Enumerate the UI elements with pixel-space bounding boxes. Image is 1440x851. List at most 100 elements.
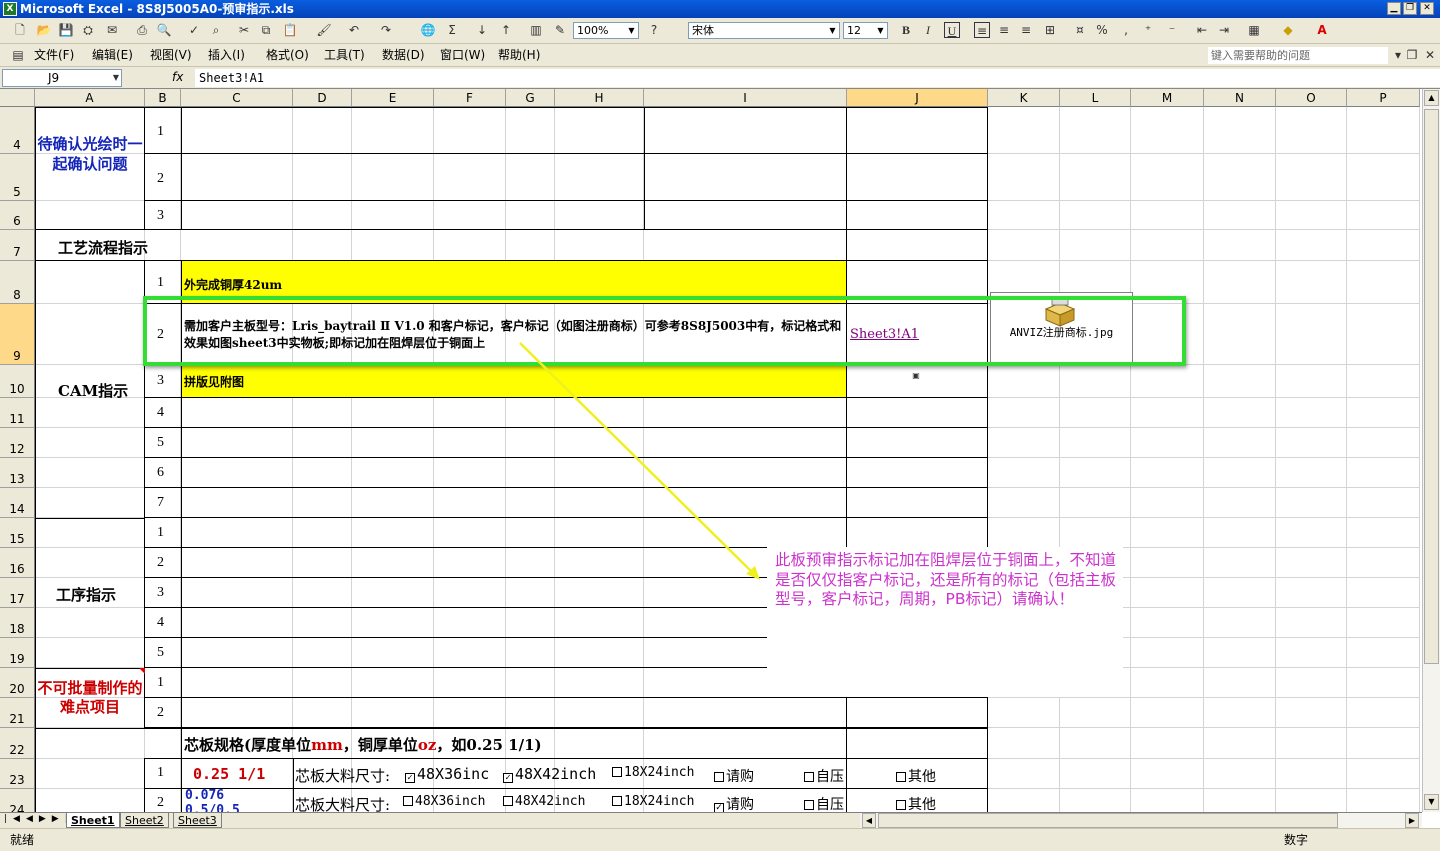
cell-c24[interactable]: 0.076 (185, 788, 224, 803)
menu-file[interactable]: 文件(F) (34, 48, 74, 63)
font-size-select[interactable]: 12 ▼ (843, 22, 888, 39)
menu-tools[interactable]: 工具(T) (324, 48, 365, 63)
cell-b14[interactable]: 7 (157, 495, 164, 511)
scroll-down-icon[interactable]: ▼ (1424, 794, 1439, 810)
select-all-corner[interactable] (0, 89, 35, 107)
scroll-left-icon[interactable]: ◀ (862, 813, 876, 828)
row-header-17[interactable]: 17 (0, 578, 35, 608)
permission-icon[interactable]: ⛭ (80, 22, 96, 38)
column-header-i[interactable]: I (644, 89, 847, 107)
cell-b18[interactable]: 4 (157, 615, 164, 631)
cell-b10[interactable]: 3 (157, 373, 164, 389)
option-48x36[interactable]: 48X36inch (403, 794, 485, 809)
tab-sheet2[interactable]: Sheet2 (120, 813, 169, 828)
embedded-image-icon[interactable]: ▣ (894, 369, 938, 383)
row-header-22[interactable]: 22 (0, 728, 35, 759)
print-icon[interactable]: ⎙ (134, 22, 150, 38)
column-header-o[interactable]: O (1276, 89, 1347, 107)
sort-ascending-icon[interactable]: ↓ (474, 22, 490, 38)
email-icon[interactable]: ✉ (104, 22, 120, 38)
row-header-24[interactable]: 24 (0, 789, 35, 812)
undo-icon[interactable]: ↶ (346, 22, 362, 38)
row-header-20[interactable]: 20 (0, 668, 35, 698)
autosum-icon[interactable]: Σ (444, 22, 460, 38)
checkbox-checked-icon[interactable]: ✓ (503, 773, 513, 783)
print-preview-icon[interactable]: 🔍 (156, 22, 172, 38)
name-box[interactable]: J9 (2, 69, 122, 87)
font-color-icon[interactable]: A (1314, 22, 1330, 38)
column-header-n[interactable]: N (1204, 89, 1276, 107)
copy-icon[interactable]: ⧉ (258, 22, 274, 38)
checkbox-icon[interactable] (896, 800, 906, 810)
chevron-down-icon[interactable]: ▼ (108, 70, 124, 86)
column-header-d[interactable]: D (293, 89, 352, 107)
decrease-indent-icon[interactable]: ⇤ (1194, 22, 1210, 38)
worksheet-grid[interactable]: ABCDEFGHIJKLMNOP 4 5 6 7 8 9 10 11 12 13 14 15 16 17 1… (0, 89, 1422, 812)
row-header-19[interactable]: 19 (0, 638, 35, 668)
row-header-9[interactable]: 9 (0, 304, 35, 365)
option-48x42[interactable]: 48X42inch (503, 794, 585, 809)
cell-a15[interactable]: 工序指示 (56, 584, 116, 605)
column-header-l[interactable]: L (1060, 89, 1131, 107)
option-48x36[interactable]: ✓ 48X36inc (405, 765, 489, 783)
drawing-icon[interactable]: ✎ (552, 22, 568, 38)
column-header-p[interactable]: P (1347, 89, 1420, 107)
align-right-icon[interactable]: ≡ (1018, 22, 1034, 38)
row-header-7[interactable]: 7 (0, 230, 35, 261)
restore-window-icon[interactable]: ❐ (1404, 47, 1420, 63)
menu-edit[interactable]: 编辑(E) (92, 48, 133, 63)
menu-view[interactable]: 视图(V) (150, 48, 192, 63)
cell-b23[interactable]: 1 (157, 765, 164, 781)
scroll-thumb[interactable] (878, 813, 1338, 828)
cell-a10[interactable]: CAM指示 (58, 380, 128, 401)
sheet-nav-arrows-icon[interactable]: |◀◀▶▶| (4, 814, 74, 824)
minimize-button[interactable]: ▁ (1387, 2, 1401, 15)
cell-b17[interactable]: 3 (157, 585, 164, 601)
cut-icon[interactable]: ✂ (236, 22, 252, 38)
cell-b16[interactable]: 2 (157, 555, 164, 571)
option-buy[interactable]: ✓ 请购 (714, 794, 754, 812)
scroll-up-icon[interactable]: ▲ (1424, 90, 1439, 106)
redo-icon[interactable]: ↷ (378, 22, 394, 38)
column-header-e[interactable]: E (352, 89, 434, 107)
cell-b24[interactable]: 2 (157, 795, 164, 811)
checkbox-icon[interactable] (804, 800, 814, 810)
option-other[interactable]: 其他 (896, 766, 936, 786)
column-header-j[interactable]: J (847, 89, 988, 107)
paste-icon[interactable]: 📋 (282, 22, 298, 38)
column-header-m[interactable]: M (1131, 89, 1204, 107)
option-48x42[interactable]: ✓ 48X42inch (503, 765, 596, 783)
close-button[interactable]: ✕ (1420, 2, 1434, 15)
cell-b8[interactable]: 1 (157, 275, 164, 291)
research-icon[interactable]: ⌕ (208, 22, 224, 38)
row-header-16[interactable]: 16 (0, 548, 35, 578)
cell-b11[interactable]: 4 (157, 405, 164, 421)
cell-a7[interactable]: 工艺流程指示 (58, 237, 148, 258)
cell-b12[interactable]: 5 (157, 435, 164, 451)
cell-c24b[interactable]: 0.5/0.5 (185, 803, 240, 812)
cell-a4[interactable]: 待确认光绘时一起确认问题 (37, 134, 143, 174)
cell-a20[interactable]: 不可批量制作的难点项目 (37, 679, 143, 717)
underline-icon[interactable]: U (944, 22, 960, 38)
cell-b6[interactable]: 3 (157, 208, 164, 224)
row-header-12[interactable]: 12 (0, 428, 35, 458)
fill-color-icon[interactable]: ◆ (1280, 22, 1296, 38)
increase-decimal-icon[interactable]: ⁺ (1140, 22, 1156, 38)
tab-sheet1[interactable]: Sheet1 (66, 813, 120, 828)
comment-box[interactable]: 此板预审指示标记加在阻焊层位于铜面上，不知道是否仅仅指客户标记，还是所有的标记（… (767, 547, 1123, 697)
column-header-h[interactable]: H (555, 89, 644, 107)
menu-help[interactable]: 帮助(H) (498, 48, 540, 63)
zoom-select[interactable]: 100% ▼ (573, 22, 639, 39)
maximize-button[interactable]: ❐ (1403, 2, 1417, 15)
option-18x24[interactable]: 18X24inch (612, 765, 694, 780)
menu-data[interactable]: 数据(D) (382, 48, 425, 63)
checkbox-icon[interactable] (612, 796, 622, 806)
excel-app-icon[interactable]: X (3, 2, 17, 16)
save-icon[interactable]: 💾 (58, 22, 74, 38)
scroll-right-icon[interactable]: ▶ (1405, 813, 1419, 828)
row-header-5[interactable]: 5 (0, 154, 35, 201)
checkbox-checked-icon[interactable]: ✓ (405, 773, 415, 783)
cell-c10[interactable]: 拼版见附图 (184, 373, 244, 390)
cell-c8[interactable]: 外完成铜厚42um (184, 276, 282, 293)
new-icon[interactable]: 🗋 (12, 22, 28, 38)
